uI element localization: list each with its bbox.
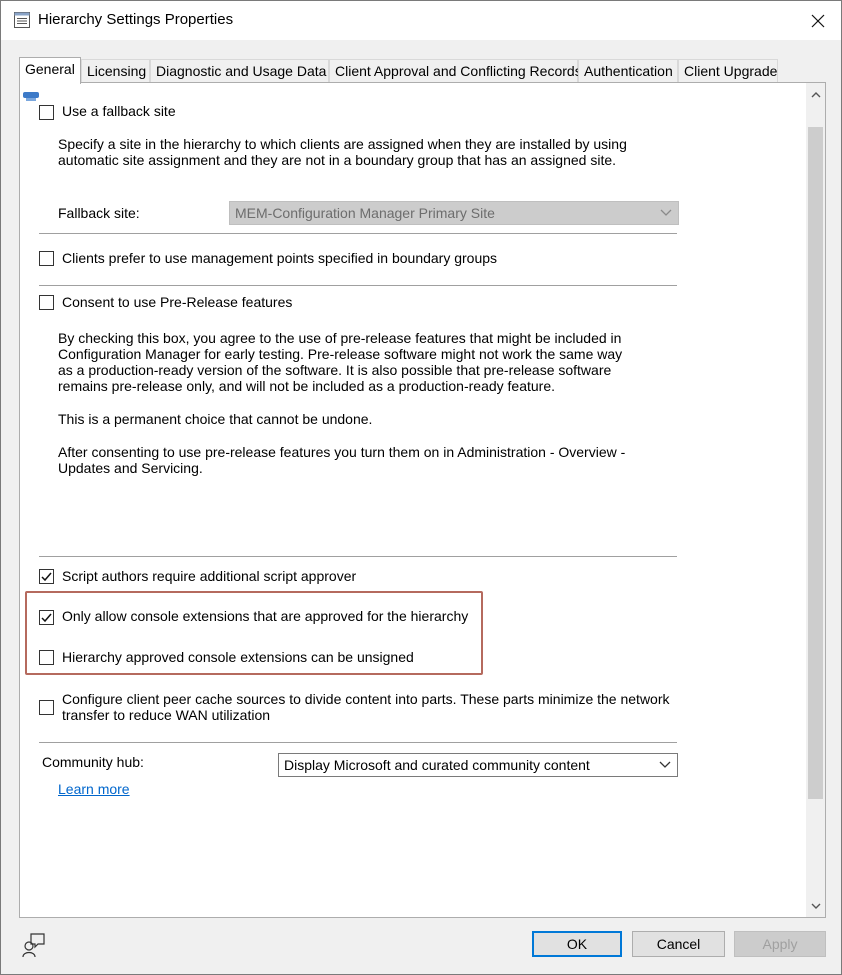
chevron-down-icon: [659, 761, 671, 768]
title-bar[interactable]: Hierarchy Settings Properties: [1, 1, 841, 40]
peer-cache-checkbox[interactable]: [39, 700, 54, 715]
console-extensions-approved-label: Only allow console extensions that are a…: [62, 608, 469, 624]
peer-cache-label: Configure client peer cache sources to d…: [62, 691, 670, 723]
scrollbar-thumb[interactable]: [808, 127, 823, 799]
tab-client-approval[interactable]: Client Approval and Conflicting Records: [329, 59, 582, 83]
fallback-site-field-label: Fallback site:: [58, 205, 140, 221]
prerelease-permanent-note: This is a permanent choice that cannot b…: [58, 411, 373, 427]
checkmark-icon: [41, 613, 52, 623]
use-fallback-site-label: Use a fallback site: [62, 103, 176, 119]
prerelease-description: By checking this box, you agree to the u…: [58, 330, 623, 394]
separator: [39, 742, 677, 743]
console-extensions-unsigned-checkbox[interactable]: [39, 650, 54, 665]
separator: [39, 233, 677, 234]
partially-scrolled-icon: [22, 89, 40, 105]
prefer-boundary-mp-label: Clients prefer to use management points …: [62, 250, 498, 266]
vertical-scrollbar[interactable]: [806, 83, 825, 917]
learn-more-link[interactable]: Learn more: [58, 781, 130, 797]
console-extensions-unsigned-label: Hierarchy approved console extensions ca…: [62, 649, 414, 665]
console-extensions-approved-checkbox[interactable]: [39, 610, 54, 625]
prefer-boundary-mp-checkbox[interactable]: [39, 251, 54, 266]
fallback-site-dropdown[interactable]: MEM-Configuration Manager Primary Site: [229, 201, 679, 225]
prerelease-turn-on-note: After consenting to use pre-release feat…: [58, 444, 626, 476]
scroll-up-button[interactable]: [806, 85, 825, 103]
tab-diagnostic-usage-data[interactable]: Diagnostic and Usage Data: [150, 59, 329, 83]
apply-button[interactable]: Apply: [734, 931, 826, 957]
separator: [39, 556, 677, 557]
chevron-down-icon: [660, 209, 672, 216]
close-icon: [811, 14, 825, 27]
community-hub-value: Display Microsoft and curated community …: [284, 757, 590, 773]
general-tab-panel: Use a fallback site Specify a site in th…: [19, 82, 826, 918]
checkmark-icon: [41, 572, 52, 582]
feedback-smiley-icon[interactable]: [21, 932, 47, 961]
tab-authentication[interactable]: Authentication: [578, 59, 678, 83]
chevron-up-icon: [811, 91, 820, 97]
window-title: Hierarchy Settings Properties: [38, 11, 234, 28]
separator: [39, 285, 677, 286]
cancel-button[interactable]: Cancel: [632, 931, 725, 957]
use-fallback-site-checkbox[interactable]: [39, 105, 54, 120]
tab-client-upgrade[interactable]: Client Upgrade: [678, 59, 778, 83]
close-button[interactable]: [795, 1, 841, 40]
tab-licensing[interactable]: Licensing: [81, 59, 150, 83]
fallback-site-description: Specify a site in the hierarchy to which…: [58, 136, 627, 168]
ok-button[interactable]: OK: [532, 931, 622, 957]
properties-window-icon: [13, 11, 31, 32]
prerelease-consent-checkbox[interactable]: [39, 295, 54, 310]
community-hub-dropdown[interactable]: Display Microsoft and curated community …: [278, 753, 678, 777]
scroll-down-button[interactable]: [806, 897, 825, 915]
fallback-site-value: MEM-Configuration Manager Primary Site: [235, 205, 495, 221]
properties-dialog: Hierarchy Settings Properties General Li…: [0, 0, 842, 975]
community-hub-label: Community hub:: [42, 754, 144, 770]
chevron-down-icon: [811, 903, 820, 909]
script-approver-label: Script authors require additional script…: [62, 568, 357, 584]
script-approver-checkbox[interactable]: [39, 569, 54, 584]
prerelease-consent-label: Consent to use Pre-Release features: [62, 294, 293, 310]
tab-general[interactable]: General: [19, 57, 81, 84]
